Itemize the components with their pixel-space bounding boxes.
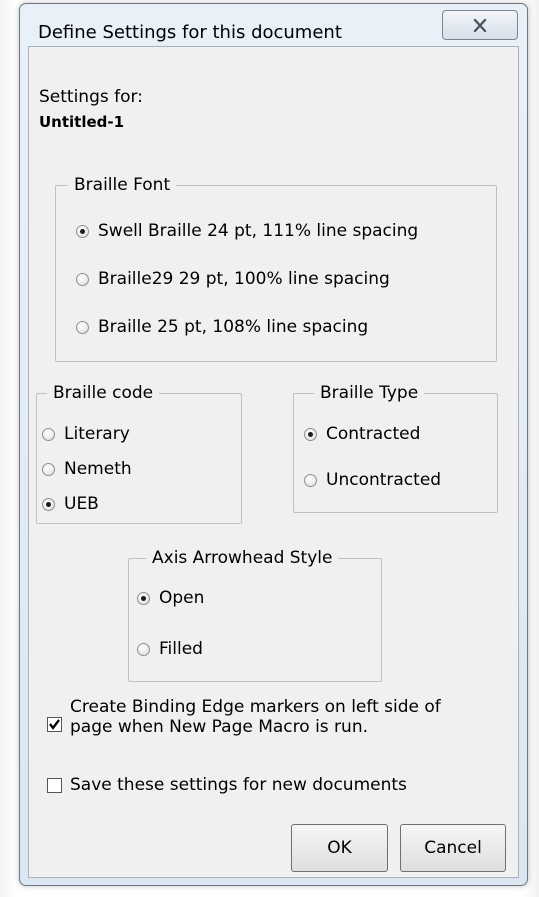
radio-contracted[interactable]: Contracted bbox=[304, 424, 420, 444]
braille-font-legend: Braille Font bbox=[68, 175, 177, 195]
radio-button-icon bbox=[304, 427, 317, 441]
radio-ueb[interactable]: UEB bbox=[42, 494, 99, 514]
radio-filled[interactable]: Filled bbox=[137, 639, 203, 659]
radio-braille25[interactable]: Braille 25 pt, 108% line spacing bbox=[76, 317, 368, 337]
binding-edge-label-line2: page when New Page Macro is run. bbox=[70, 717, 368, 737]
radio-label: Literary bbox=[64, 424, 130, 444]
radio-label: Braille 25 pt, 108% line spacing bbox=[98, 317, 369, 337]
radio-button-icon bbox=[76, 272, 89, 286]
close-button[interactable] bbox=[442, 10, 518, 40]
radio-label: Filled bbox=[159, 639, 203, 659]
dialog-title: Define Settings for this document bbox=[38, 22, 342, 43]
binding-edge-checkbox[interactable] bbox=[47, 717, 62, 732]
save-settings-checkbox[interactable] bbox=[47, 777, 62, 793]
close-icon bbox=[473, 19, 487, 32]
radio-braille29[interactable]: Braille29 29 pt, 100% line spacing bbox=[76, 269, 390, 289]
radio-label: Nemeth bbox=[64, 459, 132, 479]
radio-button-icon bbox=[304, 473, 317, 487]
save-settings-checkbox-row[interactable]: Save these settings for new documents bbox=[47, 775, 407, 795]
radio-label: Swell Braille 24 pt, 111% line spacing bbox=[98, 221, 419, 241]
arrowhead-style-legend: Axis Arrowhead Style bbox=[146, 548, 339, 568]
settings-for-label: Settings for: bbox=[39, 87, 143, 107]
binding-edge-label-line1: Create Binding Edge markers on left side… bbox=[70, 697, 441, 717]
radio-button-icon bbox=[76, 320, 89, 334]
braille-code-legend: Braille code bbox=[47, 383, 160, 403]
braille-code-group: Braille code Literary Nemeth UEB bbox=[36, 383, 242, 524]
arrowhead-style-group: Axis Arrowhead Style Open Filled bbox=[128, 548, 382, 682]
radio-button-icon bbox=[42, 497, 55, 511]
radio-nemeth[interactable]: Nemeth bbox=[42, 459, 132, 479]
radio-button-icon bbox=[42, 462, 55, 476]
radio-label: Braille29 29 pt, 100% line spacing bbox=[98, 269, 390, 289]
dialog-body: Settings for: Untitled-1 Braille Font Sw… bbox=[28, 46, 519, 878]
radio-label: Contracted bbox=[326, 424, 421, 444]
radio-button-icon bbox=[137, 642, 150, 656]
ok-button[interactable]: OK bbox=[291, 824, 388, 872]
braille-font-group: Braille Font Swell Braille 24 pt, 111% l… bbox=[55, 175, 497, 362]
braille-type-legend: Braille Type bbox=[314, 383, 425, 403]
radio-label: UEB bbox=[64, 494, 99, 514]
radio-uncontracted[interactable]: Uncontracted bbox=[304, 470, 441, 490]
binding-edge-checkbox-row[interactable]: Create Binding Edge markers on left side… bbox=[47, 697, 441, 737]
cancel-button[interactable]: Cancel bbox=[400, 824, 506, 872]
radio-label: Open bbox=[159, 588, 205, 608]
radio-swell-braille[interactable]: Swell Braille 24 pt, 111% line spacing bbox=[76, 221, 418, 241]
braille-type-group: Braille Type Contracted Uncontracted bbox=[293, 383, 498, 513]
radio-label: Uncontracted bbox=[326, 470, 442, 490]
save-settings-label: Save these settings for new documents bbox=[70, 775, 407, 795]
radio-button-icon bbox=[137, 591, 150, 605]
radio-open[interactable]: Open bbox=[137, 588, 204, 608]
radio-button-icon bbox=[42, 427, 55, 441]
radio-button-icon bbox=[76, 224, 89, 238]
document-name: Untitled-1 bbox=[39, 113, 125, 131]
checkmark-icon bbox=[49, 719, 60, 730]
settings-dialog: Define Settings for this document Settin… bbox=[19, 3, 528, 886]
radio-literary[interactable]: Literary bbox=[42, 424, 130, 444]
